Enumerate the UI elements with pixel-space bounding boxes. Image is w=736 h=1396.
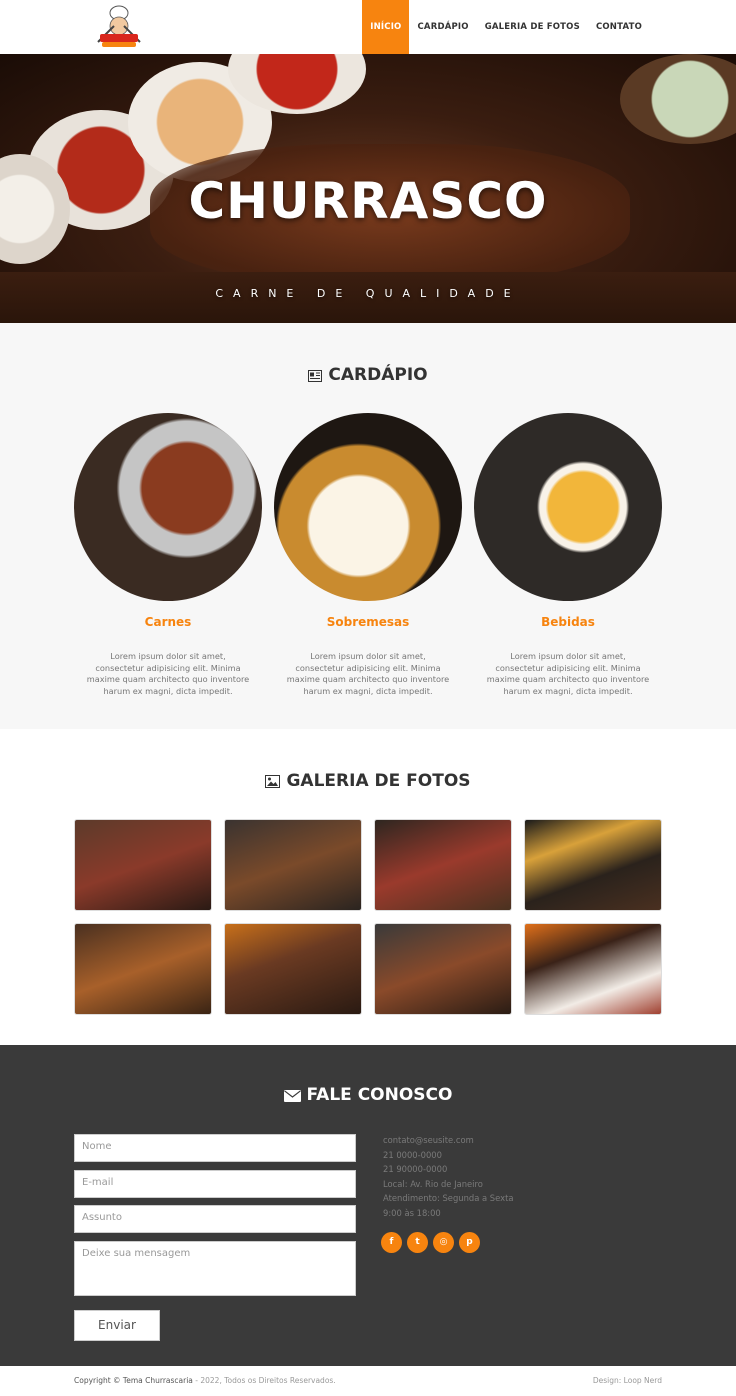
gallery-photo[interactable]	[374, 819, 512, 911]
menu-card-description: Lorem ipsum dolor sit amet, consectetur …	[486, 651, 650, 696]
menu-card-name: Bebidas	[541, 615, 595, 629]
design-credit[interactable]: Design: Loop Nerd	[593, 1376, 662, 1385]
logo[interactable]	[92, 4, 146, 50]
contato-title: FALE CONOSCO	[0, 1085, 736, 1107]
contact-address: Local: Av. Rio de Janeiro	[383, 1178, 483, 1189]
contact-info: contato@seusite.com 21 0000-0000 21 9000…	[383, 1133, 513, 1221]
gallery-photo[interactable]	[374, 923, 512, 1015]
contact-phone: 21 0000-0000	[383, 1149, 442, 1160]
hero-subtitle: CARNE DE QUALIDADE	[215, 287, 521, 300]
main-nav: INÍCIO CARDÁPIO GALERIA DE FOTOS CONTATO	[362, 0, 650, 54]
site-header: INÍCIO CARDÁPIO GALERIA DE FOTOS CONTATO	[0, 0, 736, 54]
contact-email: contato@seusite.com	[383, 1135, 474, 1145]
instagram-icon[interactable]: ◎	[433, 1232, 454, 1253]
contact-time: 9:00 às 18:00	[383, 1207, 441, 1218]
cardapio-title: CARDÁPIO	[0, 365, 736, 387]
galeria-section: GALERIA DE FOTOS	[0, 729, 736, 1045]
gallery-photo[interactable]	[524, 819, 662, 911]
social-links: f t ◎ p	[381, 1232, 480, 1253]
gallery-photo[interactable]	[224, 819, 362, 911]
image-icon	[265, 773, 281, 793]
cardapio-title-label: CARDÁPIO	[328, 365, 428, 385]
email-field[interactable]: E-mail	[74, 1170, 356, 1198]
sobremesas-image	[274, 413, 462, 601]
envelope-icon	[283, 1087, 301, 1107]
carnes-image	[74, 413, 262, 601]
subject-field[interactable]: Assunto	[74, 1205, 356, 1233]
gallery-photo[interactable]	[74, 819, 212, 911]
contato-title-label: FALE CONOSCO	[306, 1085, 453, 1105]
sauce-bowl-image	[620, 54, 736, 144]
copyright: Copyright © Tema Churrascaria - 2022, To…	[74, 1376, 336, 1385]
pinterest-icon[interactable]: p	[459, 1232, 480, 1253]
galeria-title-label: GALERIA DE FOTOS	[286, 771, 471, 791]
copyright-brand: Copyright © Tema Churrascaria	[74, 1376, 193, 1385]
gallery-photo[interactable]	[74, 923, 212, 1015]
site-footer: Copyright © Tema Churrascaria - 2022, To…	[0, 1366, 736, 1396]
bebidas-image	[474, 413, 662, 601]
menu-card-carnes[interactable]: Carnes Lorem ipsum dolor sit amet, conse…	[74, 413, 262, 697]
menu-card-description: Lorem ipsum dolor sit amet, consectetur …	[286, 651, 450, 696]
menu-card-bebidas[interactable]: Bebidas Lorem ipsum dolor sit amet, cons…	[474, 413, 662, 697]
message-field[interactable]: Deixe sua mensagem	[74, 1241, 356, 1296]
gallery-photo[interactable]	[224, 923, 362, 1015]
nav-item-galeria[interactable]: GALERIA DE FOTOS	[477, 0, 588, 54]
contato-section: FALE CONOSCO Nome E-mail Assunto Deixe s…	[0, 1045, 736, 1366]
nav-item-contato[interactable]: CONTATO	[588, 0, 650, 54]
contact-mobile: 21 90000-0000	[383, 1164, 448, 1175]
twitter-icon[interactable]: t	[407, 1232, 428, 1253]
cardapio-section: CARDÁPIO Carnes Lorem ipsum dolor sit am…	[0, 323, 736, 729]
contact-hours: Atendimento: Segunda a Sexta	[383, 1193, 514, 1204]
copyright-rest: - 2022, Todos os Direitos Reservados.	[192, 1376, 336, 1385]
gallery-photo[interactable]	[524, 923, 662, 1015]
send-button[interactable]: Enviar	[74, 1310, 160, 1341]
menu-card-name: Sobremesas	[326, 615, 410, 629]
galeria-title: GALERIA DE FOTOS	[0, 771, 736, 793]
menu-icon	[308, 367, 323, 387]
menu-card-name: Carnes	[144, 615, 192, 629]
menu-card-description: Lorem ipsum dolor sit amet, consectetur …	[86, 651, 250, 696]
facebook-icon[interactable]: f	[381, 1232, 402, 1253]
name-field[interactable]: Nome	[74, 1134, 356, 1162]
menu-card-sobremesas[interactable]: Sobremesas Lorem ipsum dolor sit amet, c…	[274, 413, 462, 697]
hero-title: CHURRASCO	[188, 172, 548, 230]
nav-item-cardapio[interactable]: CARDÁPIO	[409, 0, 476, 54]
nav-item-inicio[interactable]: INÍCIO	[362, 0, 410, 54]
hero-banner: CHURRASCO CARNE DE QUALIDADE	[0, 54, 736, 323]
